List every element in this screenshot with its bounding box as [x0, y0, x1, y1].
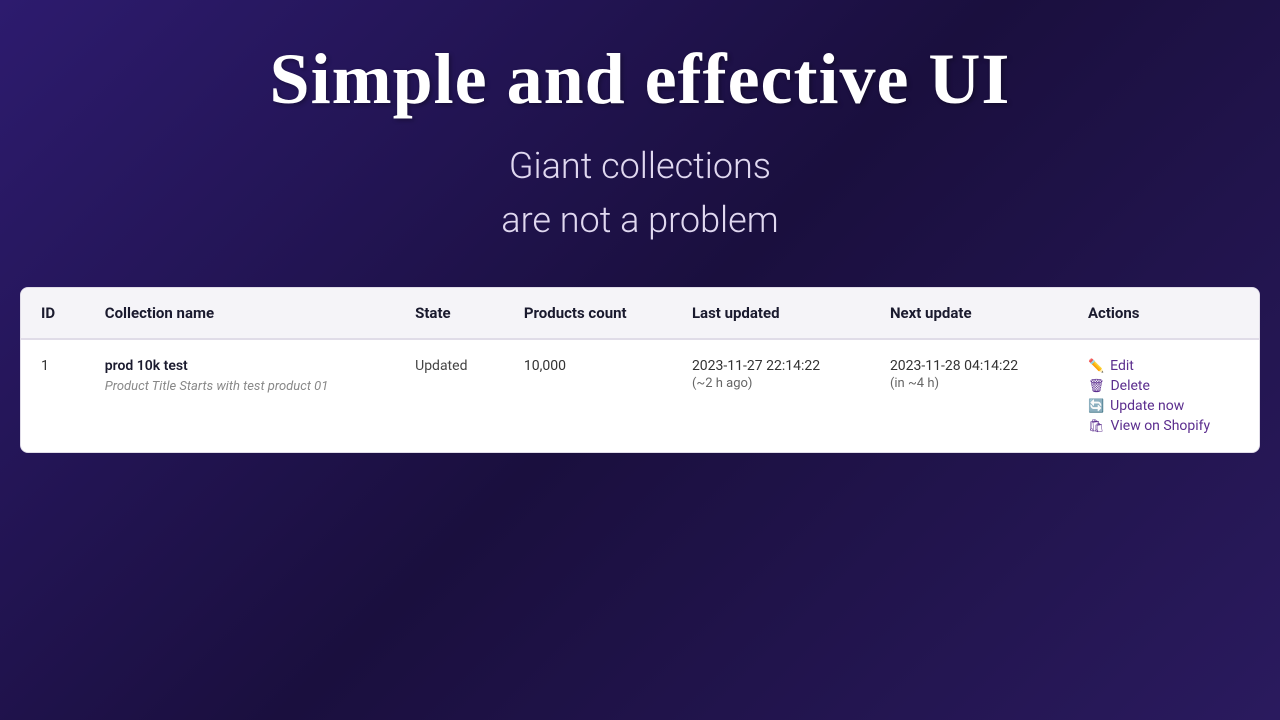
collections-table-container: ID Collection name State Products count …	[20, 287, 1260, 453]
update-now-label: Update now	[1110, 398, 1184, 414]
subtitle: Giant collections are not a problem	[270, 139, 1011, 247]
subtitle-line2: are not a problem	[501, 199, 778, 241]
cell-last-updated: 2023-11-27 22:14:22 (~2 h ago)	[672, 339, 870, 452]
update-now-button[interactable]: 🔄 Update now	[1088, 398, 1239, 414]
collections-table: ID Collection name State Products count …	[21, 288, 1259, 452]
col-header-collection-name: Collection name	[85, 288, 395, 339]
col-header-state: State	[395, 288, 504, 339]
table-row: 1 prod 10k test Product Title Starts wit…	[21, 339, 1259, 452]
table-header-row: ID Collection name State Products count …	[21, 288, 1259, 339]
shopify-icon: 🛍	[1088, 419, 1105, 434]
collection-filter-text: Product Title Starts with test product 0…	[105, 379, 329, 394]
edit-icon: ✏️	[1088, 359, 1104, 374]
cell-collection-name: prod 10k test Product Title Starts with …	[85, 339, 395, 452]
hero-section: Simple and effective UI Giant collection…	[270, 0, 1011, 277]
col-header-next-update: Next update	[870, 288, 1068, 339]
cell-products-count: 10,000	[504, 339, 672, 452]
edit-button[interactable]: ✏️ Edit	[1088, 358, 1239, 374]
col-header-last-updated: Last updated	[672, 288, 870, 339]
actions-list: ✏️ Edit 🗑 Delete 🔄 Update now 🛍	[1088, 358, 1239, 434]
delete-icon: 🗑	[1088, 379, 1105, 394]
next-update-relative: (in ~4 h)	[890, 376, 1048, 391]
col-header-actions: Actions	[1068, 288, 1259, 339]
cell-id: 1	[21, 339, 85, 452]
last-updated-date: 2023-11-27 22:14:22	[692, 358, 850, 374]
edit-label: Edit	[1110, 358, 1134, 374]
col-header-id: ID	[21, 288, 85, 339]
update-icon: 🔄	[1088, 399, 1104, 414]
subtitle-line1: Giant collections	[509, 145, 771, 187]
view-on-shopify-button[interactable]: 🛍 View on Shopify	[1088, 418, 1239, 434]
cell-next-update: 2023-11-28 04:14:22 (in ~4 h)	[870, 339, 1068, 452]
last-updated-relative: (~2 h ago)	[692, 376, 850, 391]
col-header-products-count: Products count	[504, 288, 672, 339]
main-title: Simple and effective UI	[270, 40, 1011, 119]
cell-state: Updated	[395, 339, 504, 452]
next-update-date: 2023-11-28 04:14:22	[890, 358, 1048, 374]
cell-actions: ✏️ Edit 🗑 Delete 🔄 Update now 🛍	[1068, 339, 1259, 452]
delete-label: Delete	[1110, 378, 1149, 394]
delete-button[interactable]: 🗑 Delete	[1088, 378, 1239, 394]
collection-name-text: prod 10k test	[105, 358, 375, 374]
view-on-shopify-label: View on Shopify	[1110, 418, 1210, 434]
